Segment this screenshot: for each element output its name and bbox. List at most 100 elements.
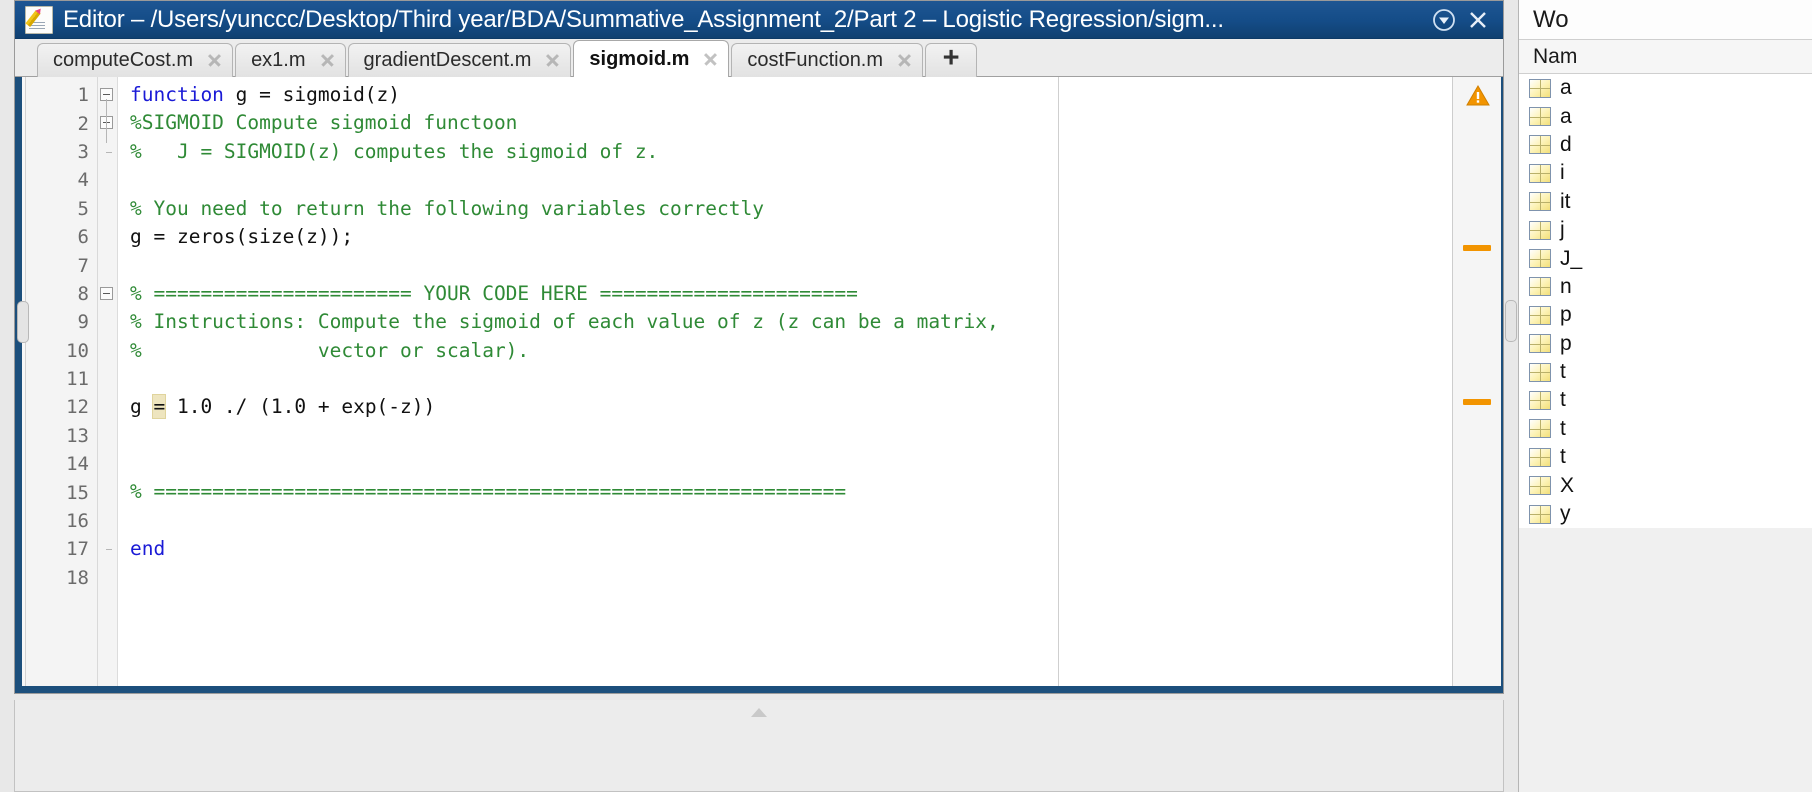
matrix-icon xyxy=(1529,390,1551,410)
workspace-variable-row[interactable]: j xyxy=(1519,215,1812,245)
editor-tab-label: ex1.m xyxy=(251,49,306,71)
code-line[interactable] xyxy=(118,507,1452,535)
workspace-title: Wo xyxy=(1519,0,1812,40)
workspace-variable-name: n xyxy=(1560,274,1572,298)
editor-tab-computeCost-m[interactable]: computeCost.m xyxy=(37,43,234,77)
workspace-variable-name: j xyxy=(1560,218,1565,242)
workspace-variable-row[interactable]: p xyxy=(1519,329,1812,358)
annotation-marker-dash[interactable] xyxy=(1463,245,1491,251)
workspace-variable-row[interactable]: n xyxy=(1519,272,1812,302)
annotation-marker-bar[interactable] xyxy=(1452,77,1501,686)
tab-close-icon[interactable] xyxy=(206,52,223,69)
editor-tab-label: gradientDescent.m xyxy=(363,49,532,71)
code-text-area[interactable]: function g = sigmoid(z) %SIGMOID Compute … xyxy=(118,77,1452,686)
fold-marker-cell xyxy=(98,507,117,535)
tab-close-icon[interactable] xyxy=(319,52,336,69)
workspace-variable-row[interactable]: i xyxy=(1519,159,1812,188)
code-token: 1.0 ./ (1.0 + exp(-z)) xyxy=(165,395,436,419)
code-line[interactable]: end xyxy=(118,535,1452,563)
tab-close-icon[interactable] xyxy=(896,52,913,69)
matrix-icon xyxy=(1529,305,1551,325)
line-number: 3 xyxy=(77,140,89,163)
editor-tab-gradientDescent-m[interactable]: gradientDescent.m xyxy=(347,43,572,77)
code-line[interactable]: g = 1.0 ./ (1.0 + exp(-z)) xyxy=(118,393,1452,421)
warning-triangle-icon[interactable] xyxy=(1466,85,1490,107)
workspace-panel: Wo Nam a a d i it j J_ n p p t t t t Xy xyxy=(1518,0,1812,792)
workspace-variable-row[interactable]: X xyxy=(1519,471,1812,500)
bottom-panel-strip xyxy=(14,700,1504,792)
code-line[interactable] xyxy=(118,166,1452,194)
code-line[interactable]: g = zeros(size(z)); xyxy=(118,223,1452,251)
window-title: Editor – /Users/yunccc/Desktop/Third yea… xyxy=(63,5,1224,33)
matrix-icon xyxy=(1529,192,1551,212)
matrix-icon xyxy=(1529,334,1551,354)
workspace-variable-row[interactable]: t xyxy=(1519,386,1812,415)
code-line[interactable] xyxy=(118,564,1452,592)
code-line[interactable] xyxy=(118,365,1452,393)
code-line[interactable] xyxy=(118,251,1452,279)
code-token: % vector or scalar). xyxy=(130,338,530,362)
annotation-marker-dash[interactable] xyxy=(1463,399,1491,405)
code-token: g = zeros(size(z)); xyxy=(130,224,354,248)
editor-tab-costFunction-m[interactable]: costFunction.m xyxy=(731,43,924,77)
workspace-variable-row[interactable]: t xyxy=(1519,357,1812,387)
tab-close-icon[interactable] xyxy=(702,51,719,68)
editor-tab-sigmoid-m[interactable]: sigmoid.m xyxy=(573,40,730,77)
line-number: 9 xyxy=(77,311,89,334)
matrix-icon xyxy=(1529,163,1551,183)
code-token: % J = SIGMOID(z) computes the sigmoid of… xyxy=(130,139,659,163)
code-token: %SIGMOID Compute sigmoid functoon xyxy=(130,111,518,135)
fold-marker-cell[interactable] xyxy=(98,280,117,308)
matrix-icon xyxy=(1529,220,1551,240)
workspace-variable-row[interactable]: it xyxy=(1519,187,1812,216)
code-line[interactable]: % ======================================… xyxy=(118,478,1452,506)
editor-tab-label: sigmoid.m xyxy=(589,47,690,70)
fold-marker-cell[interactable] xyxy=(98,81,117,109)
workspace-column-header-name[interactable]: Nam xyxy=(1519,40,1812,74)
line-number: 14 xyxy=(66,453,89,476)
code-fold-column[interactable] xyxy=(98,77,118,686)
workspace-variable-name: it xyxy=(1560,189,1571,213)
code-line[interactable] xyxy=(118,422,1452,450)
code-line[interactable]: function g = sigmoid(z) xyxy=(118,81,1452,109)
workspace-variable-name: a xyxy=(1560,76,1572,100)
workspace-variable-row[interactable]: a xyxy=(1519,102,1812,131)
workspace-variable-row[interactable]: d xyxy=(1519,130,1812,160)
editor-tab-ex1-m[interactable]: ex1.m xyxy=(235,43,346,77)
line-number: 13 xyxy=(66,424,89,447)
code-line[interactable] xyxy=(118,450,1452,478)
workspace-variable-row[interactable]: t xyxy=(1519,443,1812,472)
workspace-variable-row[interactable]: p xyxy=(1519,301,1812,330)
matrix-icon xyxy=(1529,504,1551,524)
workspace-variable-row[interactable]: a xyxy=(1519,74,1812,103)
code-line[interactable]: % You need to return the following varia… xyxy=(118,195,1452,223)
fold-marker-cell[interactable] xyxy=(98,109,117,137)
code-line[interactable]: % Instructions: Compute the sigmoid of e… xyxy=(118,308,1452,336)
fold-marker-cell xyxy=(98,422,117,450)
workspace-variable-row[interactable]: J_ xyxy=(1519,244,1812,273)
editor-body: 1 2 3 4 5 6 7 8 9 10 11 12 13 14 15 16 17 18 function g =… xyxy=(15,77,1503,693)
new-tab-button[interactable]: + xyxy=(925,43,978,77)
code-token: g = sigmoid(z) xyxy=(235,83,401,106)
code-token: end xyxy=(130,537,166,561)
fold-collapse-icon[interactable] xyxy=(100,286,113,300)
left-scroll-handle[interactable] xyxy=(17,301,29,343)
fold-marker-cell xyxy=(98,251,117,279)
right-scroll-handle[interactable] xyxy=(1505,300,1517,342)
workspace-variable-list[interactable]: a a d i it j J_ n p p t t t t Xy xyxy=(1519,74,1812,529)
workspace-variable-row[interactable]: y xyxy=(1519,499,1812,529)
circle-chevron-down-icon[interactable] xyxy=(1427,5,1461,35)
code-line[interactable]: %SIGMOID Compute sigmoid functoon xyxy=(118,109,1452,137)
panel-expand-caret-icon[interactable] xyxy=(751,708,767,717)
code-line[interactable]: % vector or scalar). xyxy=(118,337,1452,365)
matrix-icon xyxy=(1529,78,1551,98)
close-icon[interactable] xyxy=(1461,5,1495,35)
fold-marker-cell xyxy=(98,564,117,592)
tab-close-icon[interactable] xyxy=(544,52,561,69)
code-line[interactable]: % ====================== YOUR CODE HERE … xyxy=(118,280,1452,308)
code-line[interactable]: % J = SIGMOID(z) computes the sigmoid of… xyxy=(118,138,1452,166)
workspace-variable-row[interactable]: t xyxy=(1519,414,1812,444)
matrix-icon xyxy=(1529,447,1551,467)
editor-window: Editor – /Users/yunccc/Desktop/Third yea… xyxy=(14,0,1504,694)
line-number: 5 xyxy=(77,197,89,220)
